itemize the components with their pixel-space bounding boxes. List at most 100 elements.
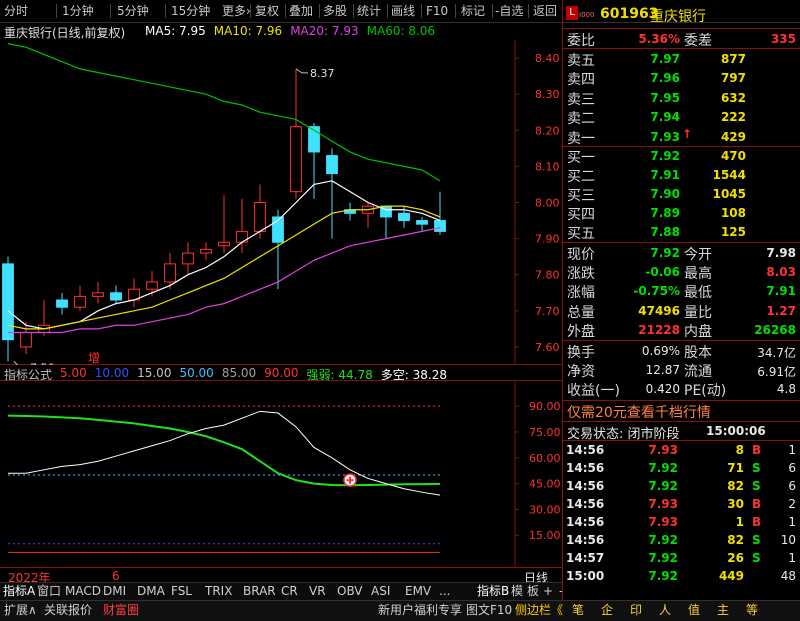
candle-body: [2, 263, 14, 341]
tick-price: 7.93: [648, 443, 678, 457]
stats-button[interactable]: 统计: [357, 3, 381, 19]
indicator-tab[interactable]: 指标B: [477, 583, 509, 599]
tick-price: 7.93: [648, 497, 678, 511]
candle-body: [434, 220, 446, 232]
ma-legend-item: MA60: 8.06: [366, 24, 436, 38]
ask-level-label: 卖四: [567, 72, 595, 89]
mark-button[interactable]: 标记: [461, 3, 485, 19]
indicator-tab[interactable]: ASI: [371, 583, 390, 599]
bid-volume: 1045: [712, 187, 746, 201]
indicator-tab[interactable]: BRAR: [243, 583, 276, 599]
tick-time: 14:56: [566, 461, 605, 475]
tab-fenshi[interactable]: 分时: [4, 3, 28, 19]
indicator-tab[interactable]: DMA: [137, 583, 165, 599]
status-icon[interactable]: 人: [659, 602, 671, 618]
toolbar-divider: [56, 4, 57, 18]
y-tick-label: 45.00: [529, 478, 561, 491]
toolbar-divider: [492, 4, 493, 18]
bid-volume: 108: [720, 206, 746, 220]
tick-volume: 1: [735, 515, 744, 529]
bid-price: 7.91: [650, 168, 680, 182]
bid-price: 7.89: [650, 206, 680, 220]
indicator-chart[interactable]: 15.00 30.00 45.00 60.00 75.00 90.00: [0, 380, 562, 567]
indicator-tab[interactable]: FSL: [171, 583, 192, 599]
tab-1min[interactable]: 1分钟: [62, 3, 94, 19]
low-label: 7.56: [30, 361, 55, 365]
related-quote-button[interactable]: 关联报价: [44, 602, 92, 618]
y-tick-label: 15.00: [529, 529, 561, 542]
new-user-benefit-link[interactable]: 新用户福利专享: [378, 602, 462, 618]
y-tick-label: 7.90: [535, 233, 560, 246]
status-icon[interactable]: 值: [688, 602, 700, 618]
stat-label: 内盘: [684, 323, 712, 340]
tick-side: S: [752, 551, 761, 565]
tick-count: 10: [780, 533, 796, 547]
fundamental-value: 0.420: [645, 382, 680, 396]
y-tick-label: 7.80: [535, 269, 560, 282]
candle-body: [416, 220, 428, 225]
indicator-tab[interactable]: DMI: [103, 583, 126, 599]
indicator-tab[interactable]: EMV: [405, 583, 431, 599]
candle-body: [56, 299, 68, 308]
f10-button[interactable]: F10: [426, 3, 448, 19]
indicator-tab[interactable]: 板: [527, 583, 539, 599]
up-arrow-icon: ↑: [682, 127, 693, 141]
increase-marker: 增: [88, 351, 100, 365]
indicator-tab[interactable]: CR: [281, 583, 298, 599]
wealth-circle-button[interactable]: 财富圈: [103, 602, 139, 618]
toolbar-divider: [250, 4, 251, 18]
tick-time: 14:56: [566, 479, 605, 493]
bid-volume: 125: [720, 225, 746, 239]
toolbar-divider: [528, 4, 529, 18]
status-icon[interactable]: 笔: [572, 602, 584, 618]
indicator-tab[interactable]: OBV: [337, 583, 363, 599]
tick-price: 7.92: [648, 461, 678, 475]
tick-volume: 449: [718, 569, 744, 583]
stock-badge: L: [566, 6, 578, 20]
tick-side: B: [752, 497, 762, 511]
status-icon[interactable]: 主: [717, 602, 729, 618]
indicator-tab[interactable]: MACD: [65, 583, 101, 599]
stat-label: 今开: [684, 247, 712, 263]
indicator-tab[interactable]: 模: [511, 583, 523, 599]
toolbar-divider: [165, 4, 166, 18]
ask-volume: 632: [720, 90, 746, 105]
tab-15min[interactable]: 15分钟: [171, 3, 210, 19]
toolbar-divider: [455, 4, 456, 18]
f10-graphic-button[interactable]: 图文F10: [466, 602, 512, 618]
draw-line-button[interactable]: 画线: [391, 3, 415, 19]
stat-label: 涨跌: [567, 266, 595, 283]
level2-promo-link[interactable]: 仅需20元查看千档行情: [567, 402, 711, 422]
back-button[interactable]: 返回: [533, 3, 557, 19]
multi-stock-button[interactable]: 多股: [323, 3, 347, 19]
indicator-tab[interactable]: TRIX: [205, 583, 232, 599]
status-icon[interactable]: 企: [601, 602, 613, 618]
stat-value: -0.06: [645, 265, 680, 280]
indicator-tab[interactable]: 指标A: [3, 583, 35, 599]
indicator-tab[interactable]: 窗口: [37, 583, 61, 599]
indicator-tab[interactable]: VR: [309, 583, 326, 599]
indicator-tab[interactable]: +: [543, 583, 553, 599]
indicator-tab[interactable]: ...: [439, 583, 450, 599]
expand-button[interactable]: 扩展∧: [4, 602, 37, 618]
candlestick-chart[interactable]: 7.60 7.70 7.80 7.90 8.00 8.10 8.20 8.30 8.40 8.37…: [0, 40, 562, 365]
tab-5min[interactable]: 5分钟: [117, 3, 149, 19]
add-watchlist-button[interactable]: -自选: [495, 3, 523, 19]
tab-more[interactable]: 更多›: [222, 3, 251, 19]
stat-value: -0.75%: [633, 284, 680, 299]
bid-level-label: 买二: [567, 169, 595, 185]
stat-value: 47496: [638, 303, 680, 318]
sidebar-toggle[interactable]: 侧边栏《: [515, 602, 563, 618]
bull-bear-line: [8, 410, 441, 496]
stat-value: 26268: [754, 322, 796, 337]
stat-value: 8.03: [766, 265, 796, 280]
status-icon[interactable]: 印: [630, 602, 642, 618]
tick-price: 7.92: [648, 479, 678, 493]
ask-level-label: 卖三: [567, 91, 595, 108]
y-tick-label: 60.00: [529, 452, 561, 465]
candle-body: [200, 248, 212, 254]
fundamental-value: 12.87: [645, 363, 680, 377]
fuquan-button[interactable]: 复权: [255, 3, 279, 19]
status-icon[interactable]: 等: [746, 602, 758, 618]
overlay-button[interactable]: 叠加: [289, 3, 313, 19]
